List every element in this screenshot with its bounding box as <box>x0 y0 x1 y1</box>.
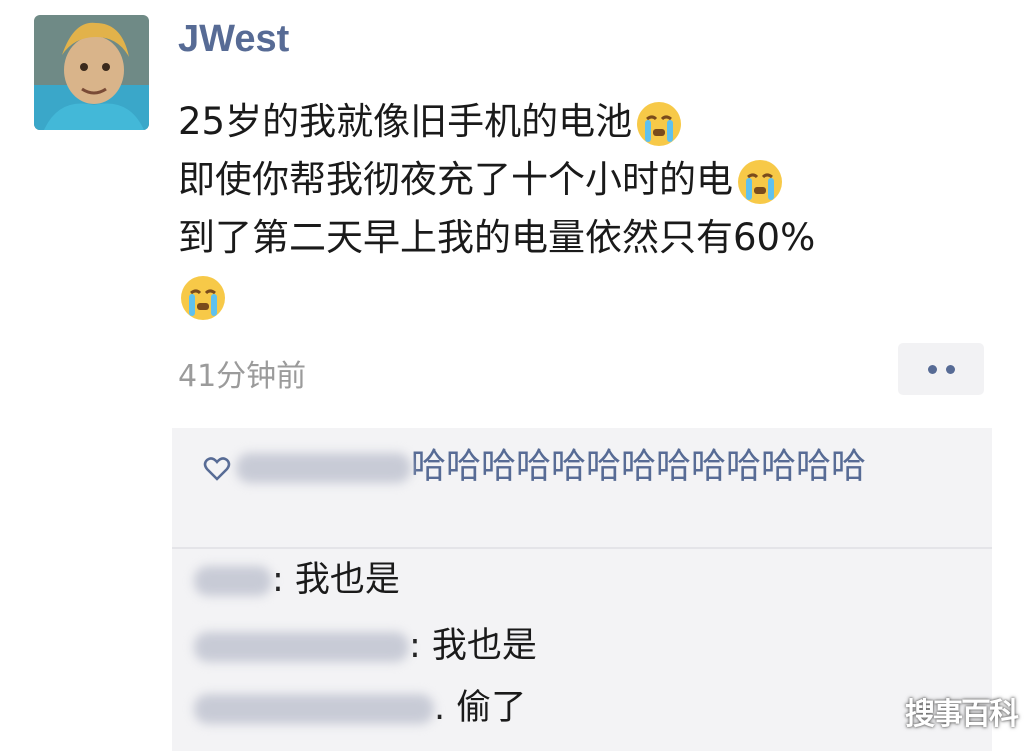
comment-item[interactable]: : 我也是 <box>194 555 400 605</box>
blurred-name <box>194 632 409 662</box>
username[interactable]: JWest <box>178 18 289 61</box>
post-line: 即使你帮我彻夜充了十个小时的电 <box>178 151 998 209</box>
blurred-name <box>236 453 411 483</box>
crying-face-emoji <box>637 101 682 146</box>
like-comment[interactable]: 哈哈哈哈哈哈哈哈哈哈哈哈哈 <box>202 442 972 492</box>
like-comment-text: 哈哈哈哈哈哈哈哈哈哈哈哈哈 <box>411 447 867 487</box>
blurred-name <box>194 694 434 724</box>
avatar[interactable] <box>34 15 149 130</box>
post-line <box>178 267 998 325</box>
post-line: 25岁的我就像旧手机的电池 <box>178 93 998 151</box>
crying-face-emoji <box>738 159 782 204</box>
dot-icon <box>945 364 955 374</box>
post-line: 到了第二天早上我的电量依然只有60% <box>178 216 816 259</box>
timestamp: 41分钟前 <box>178 359 307 394</box>
heart-icon <box>203 457 231 481</box>
post-text: 25岁的我就像旧手机的电池 即使你帮我彻夜充了十个小时的电 到了第二天早上我的电… <box>178 93 998 325</box>
blurred-name <box>194 566 272 596</box>
more-options-button[interactable] <box>898 343 984 395</box>
dot-icon <box>927 364 937 374</box>
divider <box>172 547 992 549</box>
comment-item[interactable]: : 我也是 <box>194 621 537 671</box>
watermark-logo: 搜事百科 <box>905 697 1019 732</box>
crying-face-emoji <box>181 275 225 320</box>
comment-item[interactable]: . 偷了 <box>194 683 526 733</box>
comments-section: 哈哈哈哈哈哈哈哈哈哈哈哈哈 : 我也是 : 我也是 . 偷了 <box>172 428 992 751</box>
